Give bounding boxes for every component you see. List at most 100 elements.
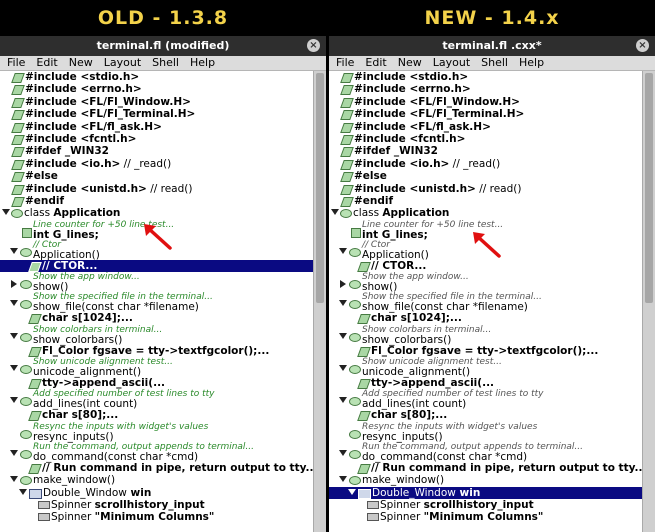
tree-row[interactable]: Add specified number of test lines to tt… bbox=[0, 389, 314, 410]
expand-triangle-icon[interactable] bbox=[339, 449, 347, 456]
expand-triangle-icon[interactable] bbox=[10, 300, 18, 307]
tree-row[interactable]: #include <unistd.h> // read() bbox=[329, 183, 643, 195]
expand-triangle-icon[interactable] bbox=[339, 247, 347, 254]
tree-row[interactable]: #include <stdio.h> bbox=[329, 71, 643, 83]
expand-triangle-icon[interactable] bbox=[10, 397, 18, 404]
expand-triangle-icon[interactable] bbox=[2, 209, 10, 216]
menu-new[interactable]: New bbox=[69, 56, 93, 70]
tree-row[interactable]: #endif bbox=[0, 195, 314, 207]
tree-row[interactable]: Spinner "Minimum Columns" bbox=[0, 511, 314, 523]
vertical-scrollbar[interactable] bbox=[313, 71, 326, 532]
tree-row[interactable]: // Run command in pipe, return output to… bbox=[329, 462, 646, 474]
tree-row[interactable]: Double_Window win bbox=[0, 487, 314, 499]
tree-row[interactable]: char s[1024];... bbox=[329, 312, 643, 325]
close-icon[interactable]: × bbox=[636, 39, 649, 52]
expand-triangle-icon[interactable] bbox=[339, 365, 347, 371]
expand-triangle-icon[interactable] bbox=[348, 488, 356, 495]
tree-row[interactable]: Show colorbars in terminal... show_colorb… bbox=[329, 325, 643, 345]
tree-row[interactable]: Fl_Color fgsave = tty->textfgcolor();... bbox=[329, 345, 643, 357]
expand-triangle-icon[interactable] bbox=[10, 332, 18, 339]
menu-layout[interactable]: Layout bbox=[104, 56, 141, 70]
tree-row[interactable]: Resync the inputs with widget's values re… bbox=[0, 422, 314, 442]
collapse-triangle-icon[interactable] bbox=[11, 280, 17, 289]
expand-triangle-icon[interactable] bbox=[331, 209, 339, 216]
expand-triangle-icon[interactable] bbox=[10, 476, 18, 483]
tree-row[interactable]: Show the app window... show() bbox=[329, 272, 643, 292]
menu-file[interactable]: File bbox=[336, 56, 354, 70]
tree-row[interactable]: #include <FL/Fl_Window.H> bbox=[0, 96, 314, 108]
menu-file[interactable]: File bbox=[7, 56, 25, 70]
tree-row[interactable]: Show unicode alignment test... unicode_al… bbox=[0, 357, 314, 377]
widget-browser-tree[interactable]: #include <stdio.h> #include <errno.h> #i… bbox=[0, 71, 317, 532]
tree-row[interactable]: #include <errno.h> bbox=[329, 83, 643, 96]
tree-row[interactable]: // CTOR... bbox=[329, 260, 643, 272]
tree-row[interactable]: tty->append_ascii(... bbox=[329, 377, 643, 389]
tree-row[interactable]: Add specified number of test lines to tt… bbox=[329, 389, 643, 410]
menu-shell[interactable]: Shell bbox=[481, 56, 508, 70]
tree-row-selected[interactable]: Double_Window win bbox=[329, 486, 643, 499]
tree-row[interactable]: #include <unistd.h> // read() bbox=[0, 183, 314, 195]
tree-row[interactable]: #include <FL/fl_ask.H> bbox=[0, 121, 314, 133]
expand-triangle-icon[interactable] bbox=[10, 365, 18, 371]
tree-row[interactable]: make_window() bbox=[329, 474, 643, 486]
menu-new[interactable]: New bbox=[398, 56, 422, 70]
tree-row[interactable]: #include <FL/fl_ask.H> bbox=[329, 121, 643, 133]
expand-triangle-icon[interactable] bbox=[10, 247, 18, 254]
expand-triangle-icon[interactable] bbox=[19, 488, 27, 495]
menu-edit[interactable]: Edit bbox=[36, 56, 57, 70]
close-icon[interactable]: × bbox=[307, 39, 320, 52]
expand-triangle-icon[interactable] bbox=[339, 300, 347, 307]
tree-row[interactable]: make_window() bbox=[0, 474, 314, 486]
tree-row-selected[interactable]: // CTOR... bbox=[0, 259, 314, 273]
tree-row[interactable]: Show colorbars in terminal... show_colorb… bbox=[0, 325, 314, 345]
tree-row[interactable]: Spinner "Minimum Columns" bbox=[329, 511, 643, 523]
tree-row[interactable]: #else bbox=[0, 170, 314, 183]
tree-row[interactable]: char s[80];... bbox=[0, 409, 314, 422]
expand-triangle-icon[interactable] bbox=[339, 397, 347, 404]
expand-triangle-icon[interactable] bbox=[339, 476, 347, 483]
scrollbar-thumb[interactable] bbox=[316, 73, 324, 303]
window-titlebar[interactable]: terminal.fl .cxx* × bbox=[329, 36, 655, 56]
tree-row[interactable]: char s[80];... bbox=[329, 409, 643, 422]
vertical-scrollbar[interactable] bbox=[642, 71, 655, 532]
tree-row[interactable]: // Run command in pipe, return output to… bbox=[0, 462, 317, 474]
tree-row[interactable]: Spinner scrollhistory_input bbox=[329, 499, 643, 511]
tree-row[interactable]: #include <io.h> // _read() bbox=[329, 158, 643, 170]
tree-row[interactable]: #ifdef _WIN32 bbox=[329, 145, 643, 158]
tree-row[interactable]: Run the command, output appends to termi… bbox=[329, 442, 643, 462]
tree-row[interactable]: #include <fcntl.h> bbox=[0, 133, 314, 145]
widget-browser-tree[interactable]: #include <stdio.h> #include <errno.h> #i… bbox=[329, 71, 646, 532]
tree-row[interactable]: #include <FL/Fl_Window.H> bbox=[329, 96, 643, 108]
tree-row[interactable]: Fl_Color fgsave = tty->textfgcolor();... bbox=[0, 345, 314, 357]
menu-help[interactable]: Help bbox=[190, 56, 215, 70]
scrollbar-thumb[interactable] bbox=[645, 73, 653, 303]
tree-row[interactable]: #include <fcntl.h> bbox=[329, 133, 643, 145]
tree-row[interactable]: #include <io.h> // _read() bbox=[0, 158, 314, 170]
tree-row[interactable]: Spinner scrollhistory_input bbox=[0, 499, 314, 511]
tree-row[interactable]: Show the specified file in the terminal.… bbox=[329, 292, 643, 312]
expand-triangle-icon[interactable] bbox=[10, 449, 18, 456]
menu-help[interactable]: Help bbox=[519, 56, 544, 70]
tree-row[interactable]: Run the command, output appends to termi… bbox=[0, 442, 314, 462]
menu-edit[interactable]: Edit bbox=[365, 56, 386, 70]
tree-row[interactable]: #endif bbox=[329, 195, 643, 207]
menu-shell[interactable]: Shell bbox=[152, 56, 179, 70]
tree-row[interactable]: #else bbox=[329, 170, 643, 183]
tree-row-class[interactable]: class Application bbox=[0, 207, 314, 219]
tree-row[interactable]: #include <FL/Fl_Terminal.H> bbox=[0, 108, 314, 121]
tree-row[interactable]: Resync the inputs with widget's values re… bbox=[329, 422, 643, 442]
tree-row[interactable]: #include <stdio.h> bbox=[0, 71, 314, 83]
tree-row-class[interactable]: class Application bbox=[329, 207, 643, 219]
window-titlebar[interactable]: terminal.fl (modified) × bbox=[0, 36, 326, 56]
menu-layout[interactable]: Layout bbox=[433, 56, 470, 70]
tree-row[interactable]: #include <FL/Fl_Terminal.H> bbox=[329, 108, 643, 121]
tree-row[interactable]: Show the specified file in the terminal.… bbox=[0, 292, 314, 312]
tree-row[interactable]: Show unicode alignment test... unicode_al… bbox=[329, 357, 643, 377]
expand-triangle-icon[interactable] bbox=[339, 332, 347, 339]
tree-row[interactable]: tty->append_ascii(... bbox=[0, 377, 314, 389]
tree-row[interactable]: char s[1024];... bbox=[0, 312, 314, 325]
tree-row[interactable]: #ifdef _WIN32 bbox=[0, 145, 314, 158]
collapse-triangle-icon[interactable] bbox=[340, 280, 346, 289]
tree-row[interactable]: #include <errno.h> bbox=[0, 83, 314, 96]
tree-row[interactable]: Show the app window... show() bbox=[0, 272, 314, 292]
